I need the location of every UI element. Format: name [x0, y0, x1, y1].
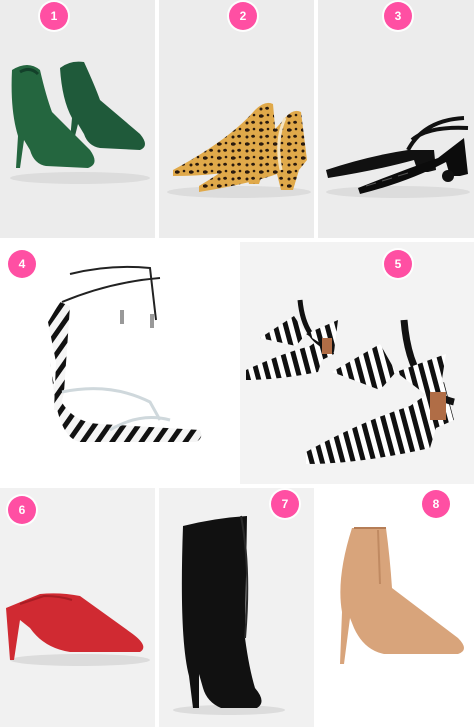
item-number-badge: 2 — [229, 2, 257, 30]
item-number-badge: 5 — [384, 250, 412, 278]
zebra-clear-strap-tie-up-sandal-image — [48, 265, 202, 442]
product-tile-2[interactable]: 2 — [159, 0, 314, 238]
item-number-badge: 3 — [384, 2, 412, 30]
leopard-print-block-heel-pump-image — [167, 102, 311, 198]
item-number-badge: 4 — [8, 250, 36, 278]
product-tile-6[interactable]: 6 — [0, 488, 155, 727]
black-suede-knee-high-boot-image — [173, 515, 285, 715]
item-number-badge: 8 — [422, 490, 450, 518]
striped-bow-block-heel-pump-image — [246, 299, 455, 464]
tan-suede-pointed-ankle-boot-image — [340, 527, 464, 664]
green-suede-ankle-boot-image — [10, 61, 150, 184]
item-number-badge: 1 — [40, 2, 68, 30]
product-tile-8[interactable]: 8 — [318, 488, 474, 727]
product-tile-7[interactable]: 7 — [159, 488, 314, 727]
item-number-badge: 7 — [271, 490, 299, 518]
product-tile-3[interactable]: 3 — [318, 0, 474, 238]
product-tile-4[interactable]: 4 — [0, 242, 236, 484]
product-tile-1[interactable]: 1 — [0, 0, 155, 238]
item-number-badge: 6 — [8, 496, 36, 524]
black-croc-double-strap-mary-jane-image — [326, 116, 470, 198]
product-tile-5[interactable]: 5 — [240, 242, 474, 484]
